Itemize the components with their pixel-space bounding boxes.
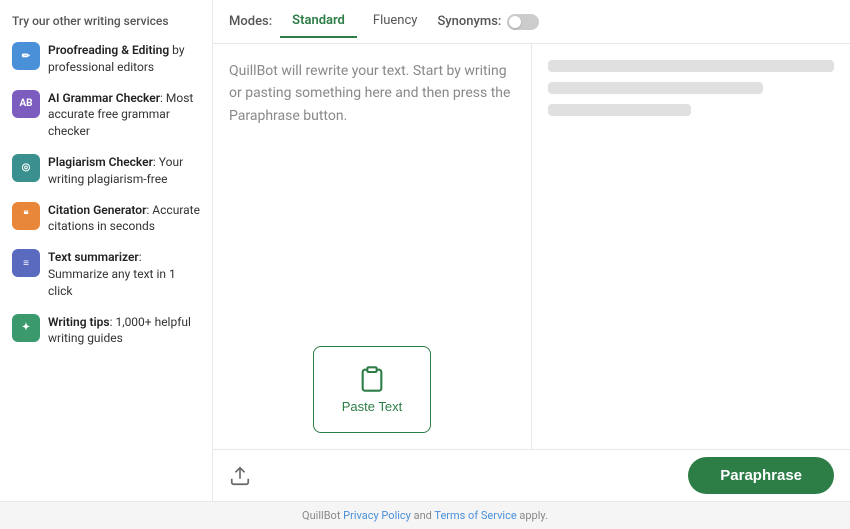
summarizer-label: Text summarizer: Summarize any text in 1…	[48, 249, 200, 299]
privacy-link[interactable]: Privacy Policy	[343, 509, 411, 522]
paste-btn-label: Paste Text	[342, 399, 402, 414]
sidebar-item-plagiarism[interactable]: ◎ Plagiarism Checker: Your writing plagia…	[12, 154, 200, 188]
upload-icon	[229, 465, 251, 487]
sidebar-item-summarizer[interactable]: ≡ Text summarizer: Summarize any text in …	[12, 249, 200, 299]
footer-text: QuillBot Privacy Policy and Terms of Ser…	[302, 509, 548, 522]
footer: QuillBot Privacy Policy and Terms of Ser…	[0, 501, 850, 529]
sidebar: Try our other writing services ✏ Proofrea…	[0, 0, 213, 501]
grammar-icon: AB	[12, 90, 40, 118]
sidebar-item-citation[interactable]: ❝ Citation Generator: Accurate citations …	[12, 202, 200, 236]
synonyms-label: Synonyms:	[437, 14, 501, 29]
skeleton-2	[548, 82, 763, 94]
modes-label: Modes:	[229, 14, 272, 29]
plagiarism-label: Plagiarism Checker: Your writing plagiar…	[48, 154, 200, 188]
skeleton-3	[548, 104, 691, 116]
editor-container: QuillBot will rewrite your text. Start b…	[213, 44, 850, 449]
tabs-bar: Modes: StandardFluency Synonyms:	[213, 0, 850, 44]
output-pane	[532, 44, 850, 449]
terms-link[interactable]: Terms of Service	[434, 509, 516, 522]
tab-standard[interactable]: Standard	[280, 5, 357, 38]
citation-icon: ❝	[12, 202, 40, 230]
paste-btn-container: Paste Text	[229, 346, 515, 433]
editor-placeholder: QuillBot will rewrite your text. Start b…	[229, 60, 515, 326]
sidebar-item-tips[interactable]: ✦ Writing tips: 1,000+ helpful writing gu…	[12, 314, 200, 348]
main-layout: Try our other writing services ✏ Proofrea…	[0, 0, 850, 501]
input-pane[interactable]: QuillBot will rewrite your text. Start b…	[213, 44, 532, 449]
sidebar-title: Try our other writing services	[12, 14, 200, 28]
tips-label: Writing tips: 1,000+ helpful writing gui…	[48, 314, 200, 348]
paraphrase-button[interactable]: Paraphrase	[688, 457, 834, 494]
upload-button[interactable]	[229, 465, 251, 487]
proofreading-icon: ✏	[12, 42, 40, 70]
bottom-bar: Paraphrase	[213, 449, 850, 501]
synonyms-track[interactable]	[507, 14, 539, 30]
synonyms-toggle[interactable]: Synonyms:	[437, 14, 539, 30]
grammar-label: AI Grammar Checker: Most accurate free g…	[48, 90, 200, 140]
proofreading-label: Proofreading & Editing by professional e…	[48, 42, 200, 76]
skeleton-1	[548, 60, 834, 72]
synonyms-thumb	[509, 16, 521, 28]
sidebar-item-grammar[interactable]: AB AI Grammar Checker: Most accurate free…	[12, 90, 200, 140]
tab-fluency[interactable]: Fluency	[361, 5, 430, 38]
citation-label: Citation Generator: Accurate citations i…	[48, 202, 200, 236]
summarizer-icon: ≡	[12, 249, 40, 277]
content-area: Modes: StandardFluency Synonyms: QuillBo…	[213, 0, 850, 501]
plagiarism-icon: ◎	[12, 154, 40, 182]
clipboard-icon	[358, 365, 386, 393]
sidebar-item-proofreading[interactable]: ✏ Proofreading & Editing by professional …	[12, 42, 200, 76]
paste-text-button[interactable]: Paste Text	[313, 346, 431, 433]
tips-icon: ✦	[12, 314, 40, 342]
